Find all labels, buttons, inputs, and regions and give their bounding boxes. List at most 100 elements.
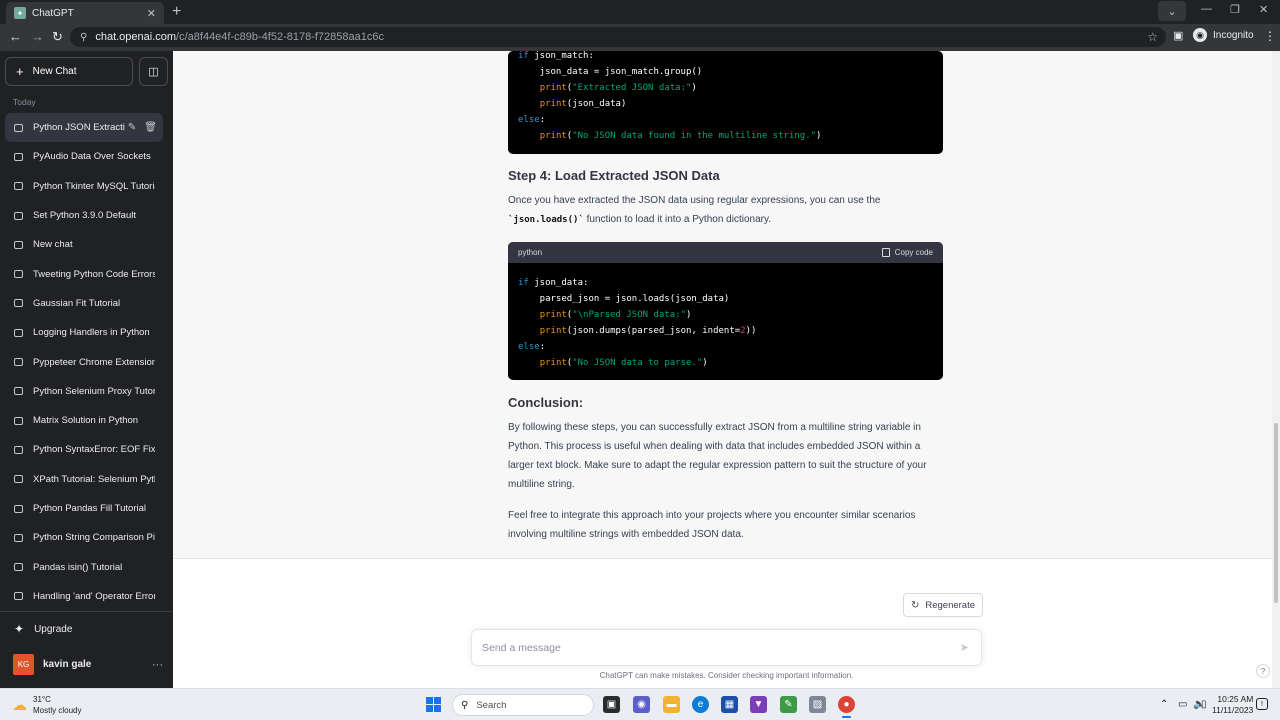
new-tab-icon[interactable]: +	[172, 3, 181, 21]
regenerate-label: Regenerate	[925, 599, 976, 611]
chat-item-label: Logging Handlers in Python	[33, 327, 150, 339]
inline-code: `json.loads()`	[508, 215, 584, 225]
chat-item-label: Pyppeteer Chrome Extension	[33, 356, 155, 368]
chat-bubble-icon	[14, 416, 23, 425]
toggle-sidebar-button[interactable]: ◫	[139, 57, 168, 86]
weather-widget[interactable]: ☁ 31°C Mostly cloudy	[12, 694, 81, 716]
windows-taskbar: ☁ 31°C Mostly cloudy ⚲ Search ▣ ◉ ▬ e ▦ …	[0, 688, 1280, 720]
copy-code-button[interactable]: Copy code	[881, 248, 933, 257]
chat-item[interactable]: New chat	[5, 230, 163, 259]
network-icon[interactable]: ▭	[1178, 699, 1187, 710]
incognito-indicator[interactable]: ◉ Incognito	[1193, 28, 1254, 42]
chat-item[interactable]: Python String Comparison Pitfalls	[5, 523, 163, 552]
chat-item[interactable]: Pyppeteer Chrome Extension	[5, 347, 163, 376]
main-content: if json_match: json_data = json_match.gr…	[173, 51, 1280, 688]
site-info-icon[interactable]: ⚲	[80, 32, 87, 43]
upgrade-label: Upgrade	[34, 623, 73, 635]
code-line: print("Extracted JSON data:")	[539, 83, 697, 93]
minimize-icon[interactable]: —	[1201, 3, 1212, 15]
section-label-today: Today	[13, 97, 36, 107]
chat-bubble-icon	[14, 563, 23, 572]
task-view-icon[interactable]: ▣	[603, 696, 620, 713]
user-menu[interactable]: KG kavin gale ···	[13, 654, 163, 675]
upgrade-button[interactable]: ✦ Upgrade	[14, 622, 72, 636]
chat-item-label: Python Selenium Proxy Tutorial	[33, 385, 155, 397]
chat-item[interactable]: Tweeting Python Code Errors	[5, 259, 163, 288]
search-icon: ⚲	[461, 699, 469, 711]
back-arrow-icon[interactable]: ←	[9, 29, 22, 44]
chat-item[interactable]: Python Tkinter MySQL Tutorial	[5, 172, 163, 201]
chat-bubble-icon	[14, 533, 23, 542]
tab-search-chevron-icon[interactable]: ⌄	[1158, 1, 1186, 21]
message-input[interactable]	[482, 641, 942, 654]
browser-menu-icon[interactable]: ⋮	[1264, 29, 1276, 43]
url-host: chat.openai.com	[95, 31, 177, 43]
vpn-app-icon[interactable]: ▼	[750, 696, 767, 713]
windows-start-icon[interactable]	[426, 697, 441, 712]
chat-bubble-icon	[14, 475, 23, 484]
regenerate-button[interactable]: ↻ Regenerate	[903, 593, 983, 617]
address-bar[interactable]: ⚲ chat.openai.com/c/a8f44e4f-c89b-4f52-8…	[70, 27, 1166, 47]
restore-icon[interactable]: ❐	[1230, 3, 1240, 16]
disclaimer: ChatGPT can make mistakes. Consider chec…	[599, 671, 854, 680]
file-explorer-icon[interactable]: ▬	[663, 696, 680, 713]
chat-item-actions: ✎ 🗑	[128, 122, 157, 133]
system-clock[interactable]: 10:25 AM 11/11/2023	[1212, 694, 1253, 716]
chat-item[interactable]: Gaussian Fit Tutorial	[5, 289, 163, 318]
tray-overflow-chevron-icon[interactable]: ⌃	[1160, 699, 1168, 710]
code-line: else:	[518, 342, 546, 352]
sparkle-icon: ✦	[14, 622, 25, 636]
chat-item[interactable]: Handling 'and' Operator Errors	[5, 582, 163, 611]
chat-item-label: Python JSON Extraction	[33, 122, 125, 134]
incognito-icon: ◉	[1193, 28, 1207, 42]
tab-title: ChatGPT	[32, 7, 74, 19]
notification-bell-icon[interactable]: !	[1256, 698, 1268, 710]
chat-item[interactable]: Python SyntaxError: EOF Fix	[5, 435, 163, 464]
plus-icon: +	[16, 64, 24, 79]
chrome-browser-icon[interactable]: ●	[838, 696, 855, 718]
edit-pencil-icon[interactable]: ✎	[128, 122, 136, 133]
chat-item[interactable]: Pandas isin() Tutorial	[5, 552, 163, 581]
chat-item[interactable]: Logging Handlers in Python	[5, 318, 163, 347]
help-button[interactable]: ?	[1256, 664, 1270, 678]
battery-icon[interactable]: ▯	[1201, 699, 1207, 710]
microsoft-store-icon[interactable]: ▦	[721, 696, 738, 713]
forward-arrow-icon[interactable]: →	[31, 29, 44, 44]
chat-item[interactable]: XPath Tutorial: Selenium Python	[5, 465, 163, 494]
taskbar-search[interactable]: ⚲ Search	[452, 694, 594, 716]
step-4-paragraph: Once you have extracted the JSON data us…	[508, 191, 948, 230]
chat-item[interactable]: PyAudio Data Over Sockets	[5, 142, 163, 171]
code-line: print(json.dumps(parsed_json, indent=2))	[539, 326, 757, 336]
code-line: if json_match:	[518, 51, 594, 61]
chat-item[interactable]: Matrix Solution in Python	[5, 406, 163, 435]
code-block: if json_match: json_data = json_match.gr…	[508, 51, 943, 154]
code-line: print("No JSON data to parse.")	[539, 358, 708, 368]
edge-browser-icon[interactable]: e	[692, 696, 709, 713]
new-chat-button[interactable]: + New Chat	[5, 57, 133, 86]
chat-item[interactable]: Python JSON Extraction ✎ 🗑	[5, 113, 163, 143]
chat-bubble-icon	[14, 152, 23, 161]
chatgpt-favicon-icon: ✦	[14, 7, 26, 19]
chat-item[interactable]: Python Selenium Proxy Tutorial	[5, 377, 163, 406]
more-options-icon[interactable]: ···	[152, 659, 163, 671]
send-icon[interactable]: ➤	[960, 641, 969, 654]
close-tab-icon[interactable]: ✕	[147, 7, 156, 20]
avatar: KG	[13, 654, 34, 675]
bookmark-star-icon[interactable]: ☆	[1147, 30, 1158, 44]
teams-chat-icon[interactable]: ◉	[633, 696, 650, 713]
reload-icon[interactable]: ↻	[52, 29, 63, 45]
notepad-app-icon[interactable]: ✎	[780, 696, 797, 713]
close-window-icon[interactable]: ✕	[1259, 3, 1268, 16]
code-block-python: python Copy code if json_data: parsed_js…	[508, 242, 943, 380]
sidebar-toggle-icon: ◫	[148, 66, 159, 78]
chat-item-label: Tweeting Python Code Errors	[33, 268, 155, 280]
photos-app-icon[interactable]: ▨	[809, 696, 826, 713]
browser-tab[interactable]: ✦ ChatGPT ✕	[6, 2, 164, 24]
trash-icon[interactable]: 🗑	[144, 122, 157, 133]
chat-item[interactable]: Set Python 3.9.0 Default	[5, 201, 163, 230]
chat-item[interactable]: Python Pandas Fill Tutorial	[5, 494, 163, 523]
chat-bubble-icon	[14, 504, 23, 513]
chat-item-label: Python String Comparison Pitfalls	[33, 532, 155, 544]
side-panel-icon[interactable]: ▣	[1173, 29, 1183, 42]
scrollbar-thumb[interactable]	[1274, 423, 1278, 603]
